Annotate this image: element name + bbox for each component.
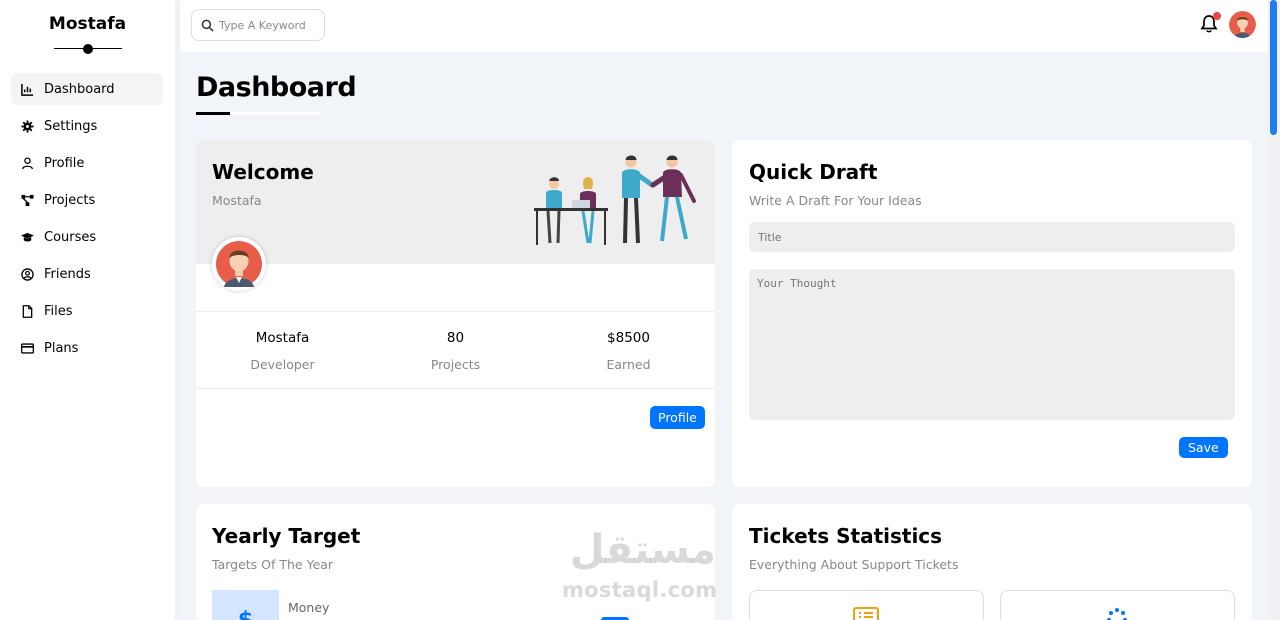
sidebar-item-plans[interactable]: Plans — [11, 332, 163, 364]
sidebar-item-profile[interactable]: Profile — [11, 147, 163, 179]
title-underline — [196, 112, 321, 115]
welcome-avatar — [212, 237, 266, 291]
sidebar-item-label: Courses — [44, 229, 97, 245]
avatar-icon — [1229, 11, 1256, 38]
stat-label: Projects — [430, 357, 481, 372]
chart-icon — [21, 83, 34, 96]
diagram-icon — [21, 194, 34, 207]
draft-thought-textarea[interactable] — [749, 269, 1235, 420]
notification-dot — [1213, 12, 1221, 20]
graduation-cap-icon — [21, 231, 34, 244]
file-icon — [21, 304, 34, 318]
welcome-card: Welcome Mostafa Mostafa Developer 80 Pro… — [196, 140, 715, 487]
brand-title: Mostafa — [48, 14, 127, 34]
save-button[interactable]: Save — [1179, 437, 1228, 458]
draft-title: Quick Draft — [749, 160, 878, 184]
dollar-icon: $ — [212, 590, 279, 620]
yearly-title: Yearly Target — [212, 524, 361, 548]
spinner-icon — [1107, 608, 1127, 620]
scrollbar-thumb[interactable] — [1270, 0, 1277, 135]
ticket-stat-box — [1000, 590, 1235, 620]
draft-subtitle: Write A Draft For Your Ideas — [749, 193, 922, 208]
draft-title-input[interactable] — [749, 222, 1235, 252]
quick-draft-card: Quick Draft Write A Draft For Your Ideas… — [732, 140, 1252, 487]
stat-value: $8500 — [607, 330, 650, 346]
tickets-subtitle: Everything About Support Tickets — [749, 557, 959, 572]
sidebar-nav: Dashboard Settings Profile Projects Cour… — [0, 73, 175, 364]
tickets-title: Tickets Statistics — [749, 524, 943, 548]
tickets-statistics-card: Tickets Statistics Everything About Supp… — [732, 504, 1252, 620]
avatar-icon — [216, 241, 262, 287]
welcome-stats: Mostafa Developer 80 Projects $8500 Earn… — [196, 311, 715, 389]
sidebar-item-courses[interactable]: Courses — [11, 221, 163, 253]
sidebar-item-label: Dashboard — [44, 81, 115, 97]
yearly-target-card: Yearly Target Targets Of The Year $ Mone… — [196, 504, 715, 620]
ticket-stat-box — [749, 590, 984, 620]
user-circle-icon — [21, 267, 34, 281]
top-header — [180, 0, 1268, 52]
sidebar-item-label: Profile — [44, 155, 85, 171]
stat-name: Mostafa Developer — [196, 312, 369, 388]
sidebar-item-projects[interactable]: Projects — [11, 184, 163, 216]
team-illustration — [534, 155, 696, 245]
sidebar-item-dashboard[interactable]: Dashboard — [11, 73, 163, 105]
list-icon — [853, 607, 879, 620]
user-avatar[interactable] — [1229, 11, 1256, 38]
sidebar-item-label: Friends — [44, 266, 91, 282]
stat-label: Earned — [606, 357, 651, 372]
stat-projects: 80 Projects — [369, 312, 542, 388]
brand-divider — [53, 43, 122, 55]
stat-earned: $8500 Earned — [542, 312, 715, 388]
page-scrollbar[interactable] — [1268, 0, 1280, 620]
sidebar-item-friends[interactable]: Friends — [11, 258, 163, 290]
sidebar-item-label: Plans — [44, 340, 79, 356]
search-box — [191, 9, 325, 41]
stat-value: Mostafa — [255, 330, 310, 346]
sidebar-item-label: Files — [44, 303, 73, 319]
search-input[interactable] — [219, 18, 324, 32]
target-money-label: Money — [288, 600, 330, 615]
sidebar-item-label: Projects — [44, 192, 96, 208]
credit-card-icon — [21, 342, 34, 355]
sidebar: Mostafa Dashboard Settings Profile Proje… — [0, 0, 175, 620]
stat-label: Developer — [250, 357, 315, 372]
gear-icon — [21, 119, 34, 133]
notification-button[interactable] — [1200, 12, 1221, 34]
stat-value: 80 — [446, 330, 465, 346]
sidebar-item-settings[interactable]: Settings — [11, 110, 163, 142]
user-icon — [21, 156, 34, 170]
search-icon — [201, 19, 214, 32]
yearly-subtitle: Targets Of The Year — [212, 557, 334, 572]
profile-button[interactable]: Profile — [650, 406, 705, 429]
welcome-banner: Welcome Mostafa — [196, 140, 715, 264]
page-title: Dashboard — [196, 72, 357, 103]
sidebar-item-files[interactable]: Files — [11, 295, 163, 327]
sidebar-item-label: Settings — [44, 118, 98, 134]
